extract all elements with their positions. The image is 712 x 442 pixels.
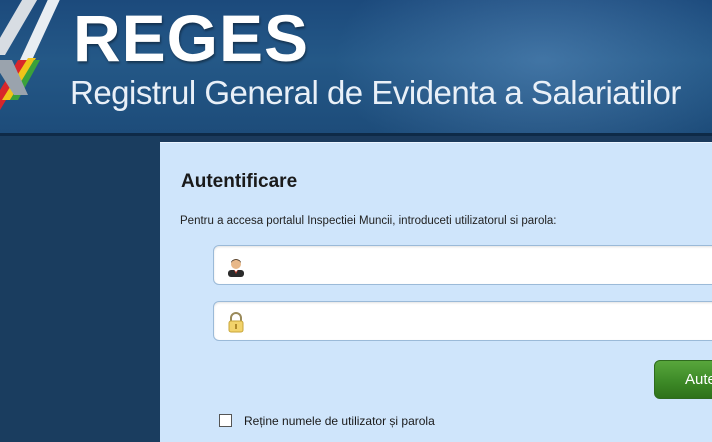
brand-title: REGES (73, 1, 310, 75)
lock-icon (228, 312, 244, 333)
login-panel: Autentificare Pentru a accesa portalul I… (160, 142, 712, 442)
login-title: Autentificare (181, 171, 298, 192)
password-field[interactable] (213, 301, 712, 341)
login-button[interactable]: Autentificare (654, 360, 712, 399)
reges-logo-icon (0, 0, 60, 110)
user-icon (228, 259, 244, 277)
header: REGES Registrul General de Evidenta a Sa… (0, 0, 712, 133)
remember-checkbox[interactable] (219, 414, 232, 427)
left-sidebar (0, 136, 160, 442)
login-instructions: Pentru a accesa portalul Inspectiei Munc… (180, 215, 557, 227)
username-field[interactable] (213, 245, 712, 285)
remember-label[interactable]: Reține numele de utilizator și parola (244, 414, 435, 428)
brand-subtitle: Registrul General de Evidenta a Salariat… (70, 74, 681, 111)
username-input[interactable] (254, 252, 712, 280)
password-input[interactable] (254, 308, 712, 336)
